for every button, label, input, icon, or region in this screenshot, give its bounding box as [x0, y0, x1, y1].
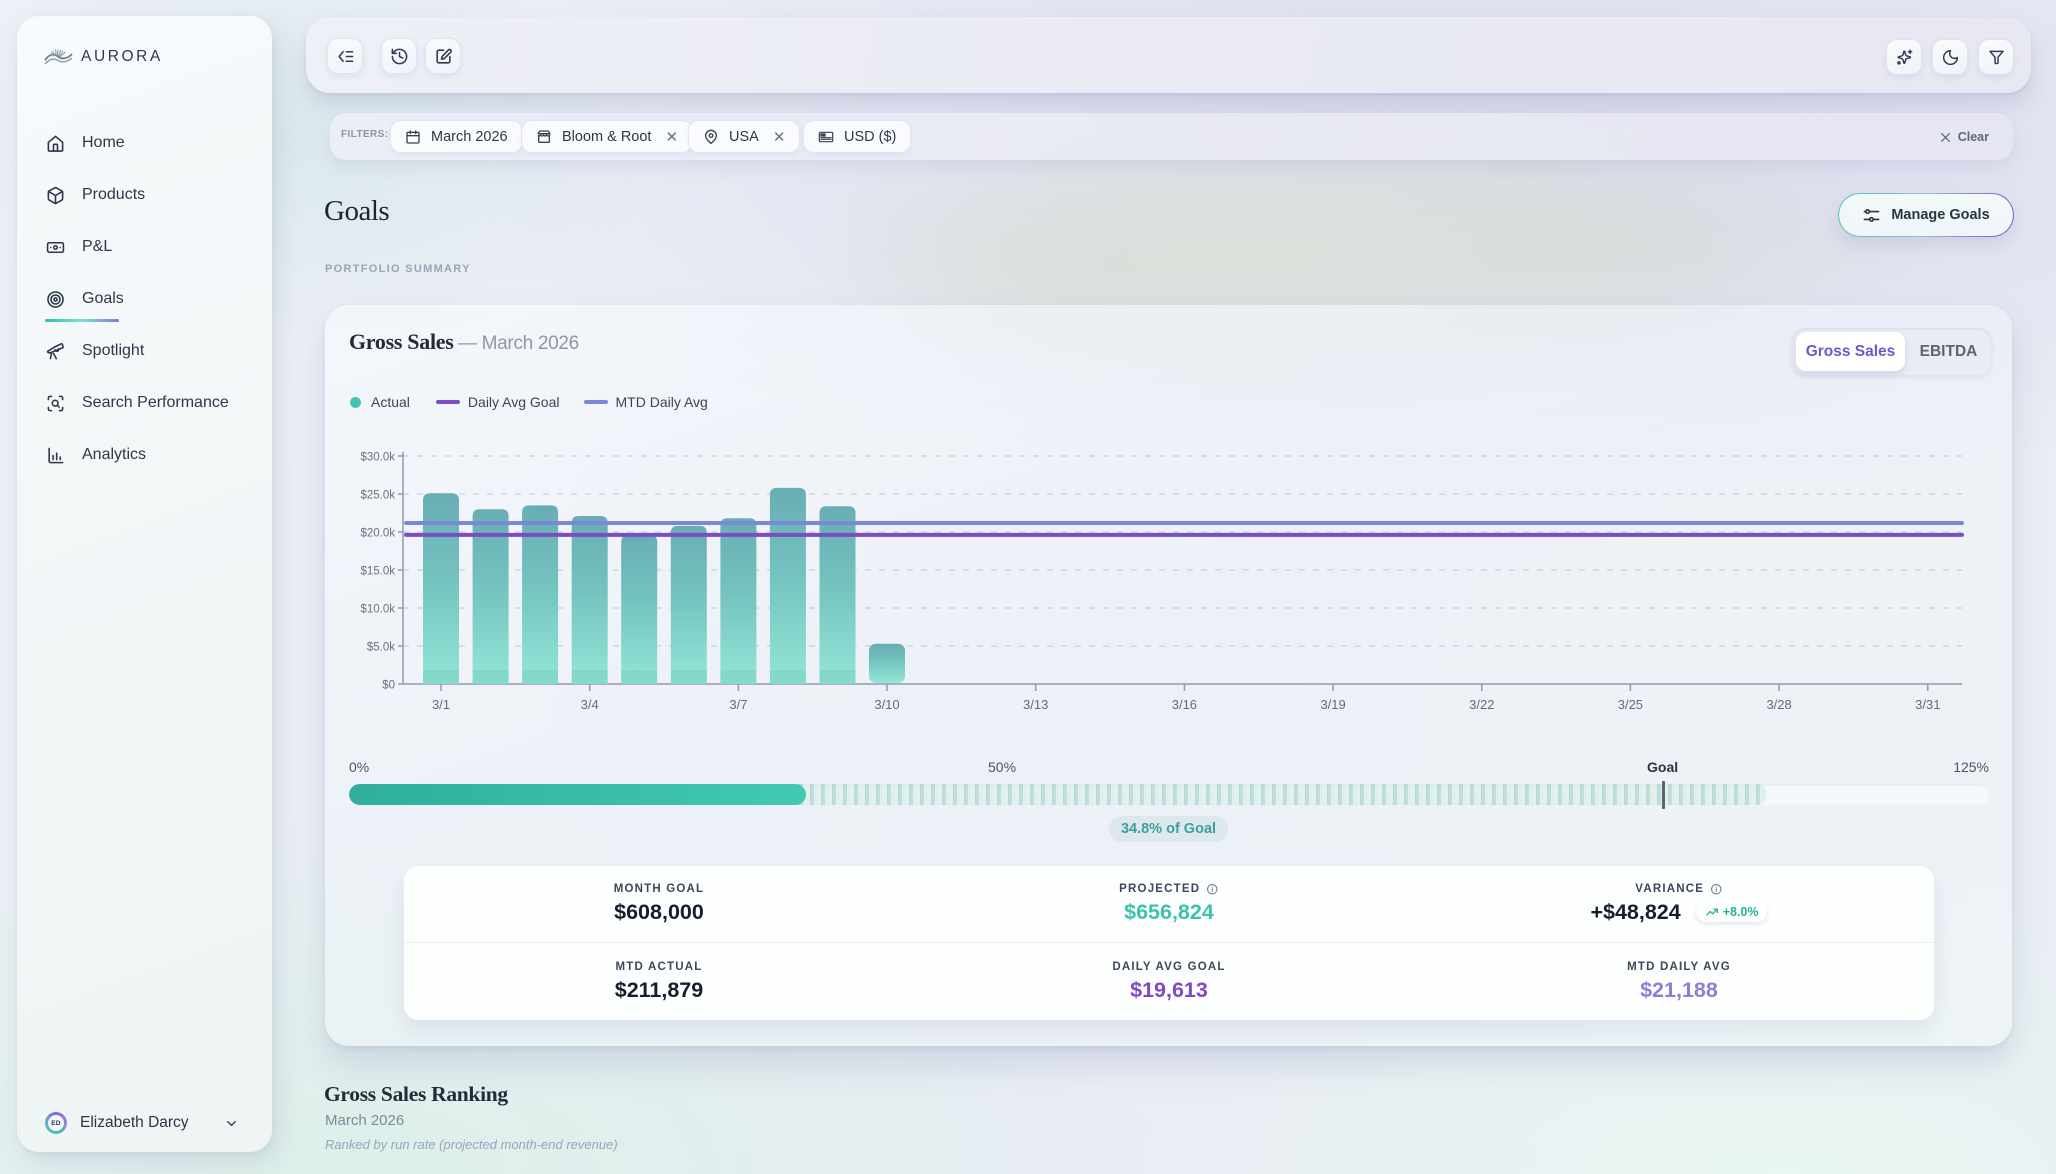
svg-text:$0: $0	[382, 680, 395, 692]
svg-text:3/1: 3/1	[432, 697, 450, 712]
svg-text:3/13: 3/13	[1023, 697, 1048, 712]
svg-text:3/28: 3/28	[1766, 697, 1791, 712]
svg-text:$20.0k: $20.0k	[360, 528, 395, 540]
svg-text:3/7: 3/7	[729, 697, 747, 712]
svg-text:3/19: 3/19	[1320, 697, 1345, 712]
svg-text:3/31: 3/31	[1915, 697, 1940, 712]
svg-text:3/16: 3/16	[1172, 697, 1197, 712]
svg-text:$5.0k: $5.0k	[367, 642, 395, 654]
svg-text:3/10: 3/10	[874, 697, 899, 712]
svg-text:$25.0k: $25.0k	[360, 490, 395, 502]
svg-text:$30.0k: $30.0k	[360, 452, 395, 464]
svg-text:3/22: 3/22	[1469, 697, 1494, 712]
svg-text:$10.0k: $10.0k	[360, 604, 395, 616]
svg-text:$15.0k: $15.0k	[360, 566, 395, 578]
svg-text:3/25: 3/25	[1618, 697, 1643, 712]
svg-text:3/4: 3/4	[581, 697, 599, 712]
